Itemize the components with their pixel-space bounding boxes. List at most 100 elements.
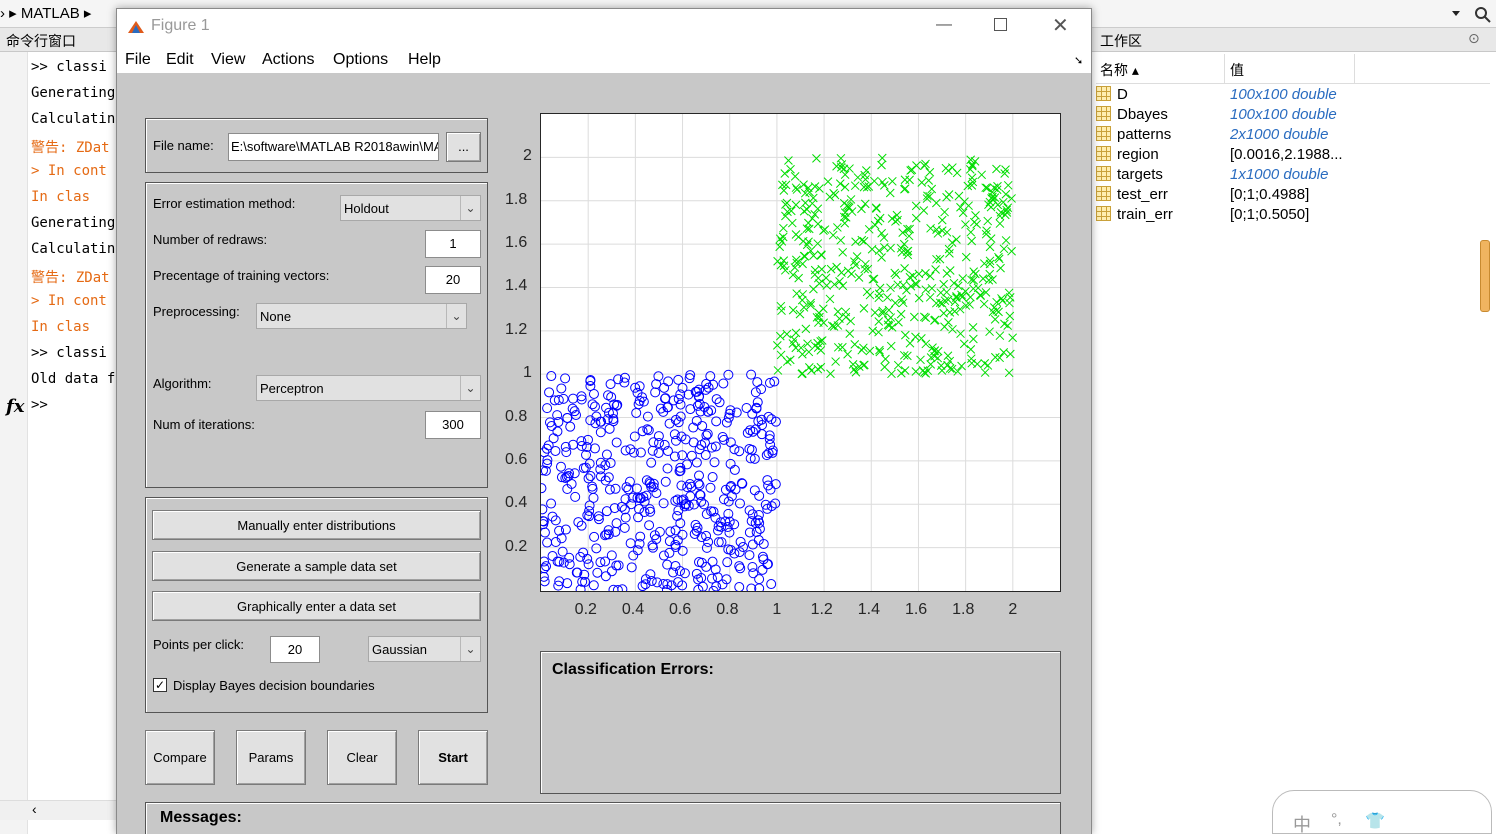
data-point: [611, 437, 622, 448]
checkmark-icon: ✓: [154, 678, 166, 692]
data-point: [843, 349, 852, 359]
data-point: [589, 401, 600, 412]
data-point: [550, 445, 561, 456]
horizontal-scrollbar[interactable]: ‹: [0, 800, 116, 820]
vertical-scrollbar[interactable]: [1480, 240, 1490, 312]
minimize-icon[interactable]: —: [936, 16, 952, 34]
command-line: 警告: ZDat: [31, 270, 110, 286]
data-point: [591, 543, 602, 554]
workspace-variable[interactable]: D: [1096, 86, 1128, 106]
data-point: [1003, 321, 1013, 330]
data-point: [840, 182, 850, 192]
data-point: [968, 323, 978, 332]
breadcrumb[interactable]: › ▸ MATLAB ▸: [0, 4, 91, 22]
close-icon[interactable]: ✕: [1052, 13, 1069, 38]
data-point: [996, 263, 1005, 273]
dock-arrow-icon[interactable]: ➘: [1074, 54, 1083, 67]
data-point: [611, 518, 622, 529]
variable-name: train_err: [1117, 206, 1173, 223]
data-point: [628, 550, 639, 561]
algorithm-select[interactable]: Perceptron ⌄: [256, 375, 481, 401]
data-point: [917, 178, 927, 187]
data-point: [562, 578, 573, 589]
data-point: [604, 423, 615, 434]
data-point: [745, 425, 756, 436]
start-button[interactable]: Start: [418, 730, 488, 785]
data-point: [766, 579, 777, 590]
messages-title: Messages:: [160, 809, 242, 826]
y-tick-label: 1.6: [505, 234, 528, 252]
workspace-variable[interactable]: train_err: [1096, 206, 1173, 226]
data-point: [644, 520, 655, 531]
x-tick-label: 0.4: [621, 601, 645, 618]
iterations-input[interactable]: 300: [425, 411, 481, 439]
column-value[interactable]: 值: [1230, 60, 1244, 80]
menu-help[interactable]: Help: [408, 51, 441, 69]
workspace-menu-icon[interactable]: ⊙: [1468, 30, 1480, 47]
ime-chinese-icon[interactable]: 中: [1293, 811, 1311, 834]
data-point: [838, 247, 848, 257]
data-point: [823, 177, 833, 186]
points-per-click-input[interactable]: 20: [270, 636, 320, 663]
clear-button[interactable]: Clear: [327, 730, 397, 785]
data-point: [999, 244, 1009, 254]
messages-panel: [145, 802, 1061, 834]
data-point: [967, 358, 977, 368]
preprocessing-select[interactable]: None ⌄: [256, 303, 467, 329]
training-pct-input[interactable]: 20: [425, 266, 481, 294]
distribution-select[interactable]: Gaussian ⌄: [368, 636, 481, 662]
data-point: [892, 210, 902, 220]
compare-button[interactable]: Compare: [145, 730, 215, 785]
data-point: [883, 293, 892, 302]
browse-button[interactable]: ...: [446, 132, 481, 162]
redraws-input[interactable]: 1: [425, 230, 481, 258]
menu-options[interactable]: Options: [333, 51, 388, 69]
data-point: [977, 170, 987, 180]
ime-skin-icon[interactable]: 👕: [1365, 811, 1385, 831]
column-name[interactable]: 名称 ▴: [1100, 60, 1139, 80]
fx-icon[interactable]: fx: [6, 396, 24, 417]
workspace-variable[interactable]: region: [1096, 146, 1159, 166]
menu-file[interactable]: File: [125, 51, 151, 69]
data-point: [650, 387, 661, 398]
ime-toolbar[interactable]: 中 °, 👕: [1272, 790, 1492, 834]
data-point: [703, 536, 714, 547]
variable-value: 2x1000 double: [1230, 126, 1329, 143]
data-point: [900, 175, 910, 185]
search-icon[interactable]: [1446, 3, 1496, 25]
params-button[interactable]: Params: [236, 730, 306, 785]
data-point: [872, 204, 881, 213]
workspace-variable[interactable]: patterns: [1096, 126, 1171, 146]
variable-name: Dbayes: [1117, 106, 1168, 123]
ime-punct-icon[interactable]: °,: [1331, 811, 1342, 829]
data-point: [697, 420, 708, 431]
generate-sample-button[interactable]: Generate a sample data set: [152, 551, 481, 581]
data-point: [907, 165, 917, 175]
workspace-variable[interactable]: Dbayes: [1096, 106, 1168, 126]
y-tick-label: 1.8: [505, 190, 528, 208]
scatter-plot[interactable]: [536, 113, 1061, 596]
data-point: [919, 206, 929, 215]
data-point: [927, 184, 937, 194]
menu-actions[interactable]: Actions: [262, 51, 314, 69]
data-point: [898, 298, 908, 308]
bayes-checkbox[interactable]: ✓: [153, 678, 167, 692]
menu-edit[interactable]: Edit: [166, 51, 194, 69]
data-point: [940, 322, 949, 332]
data-point: [880, 362, 890, 372]
scroll-left-icon[interactable]: ‹: [32, 801, 37, 817]
data-point: [966, 292, 975, 302]
data-point: [857, 204, 866, 214]
maximize-icon[interactable]: [994, 18, 1007, 31]
manual-distributions-button[interactable]: Manually enter distributions: [152, 510, 481, 540]
data-point: [723, 369, 734, 380]
data-point: [741, 403, 752, 414]
data-point: [948, 324, 957, 334]
workspace-variable[interactable]: targets: [1096, 166, 1163, 186]
data-point: [790, 172, 800, 181]
graphic-enter-button[interactable]: Graphically enter a data set: [152, 591, 481, 621]
workspace-variable[interactable]: test_err: [1096, 186, 1168, 206]
menu-view[interactable]: View: [211, 51, 245, 69]
error-method-select[interactable]: Holdout ⌄: [340, 195, 481, 221]
file-name-input[interactable]: E:\software\MATLAB R2018awin\MA: [228, 133, 439, 161]
